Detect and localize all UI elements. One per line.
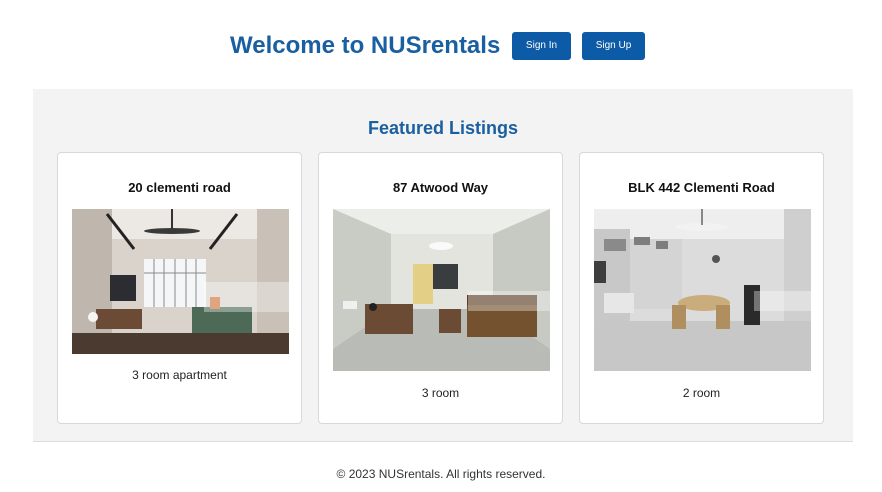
listing-title: BLK 442 Clementi Road xyxy=(628,180,775,195)
listing-description: 3 room apartment xyxy=(132,368,227,382)
featured-listings-heading: Featured Listings xyxy=(367,118,519,138)
listing-card[interactable]: BLK 442 Clementi Road 2 room xyxy=(579,152,824,424)
site-title: Welcome to NUSrentals xyxy=(230,32,501,59)
sign-in-button[interactable]: Sign In xyxy=(512,32,571,60)
listing-photo[interactable] xyxy=(333,209,550,371)
listing-card[interactable]: 87 Atwood Way 3 room xyxy=(318,152,563,424)
sign-up-button[interactable]: Sign Up xyxy=(582,32,645,60)
listing-title: 87 Atwood Way xyxy=(392,180,489,195)
listing-description: 3 room xyxy=(421,386,460,400)
listing-photo[interactable] xyxy=(72,209,289,354)
site-header: Welcome to NUSrentals Sign In Sign Up xyxy=(0,0,882,90)
listing-description: 2 room xyxy=(682,386,721,400)
footer-copyright: © 2023 NUSrentals. All rights reserved. xyxy=(336,467,546,481)
listing-card[interactable]: 20 clementi road 3 room apartment xyxy=(57,152,302,424)
listing-title: 20 clementi road xyxy=(128,180,231,195)
listing-photo[interactable] xyxy=(594,209,811,371)
featured-listings-section: Featured Listings 20 clementi road 3 roo… xyxy=(33,89,853,441)
footer-divider xyxy=(33,441,853,442)
